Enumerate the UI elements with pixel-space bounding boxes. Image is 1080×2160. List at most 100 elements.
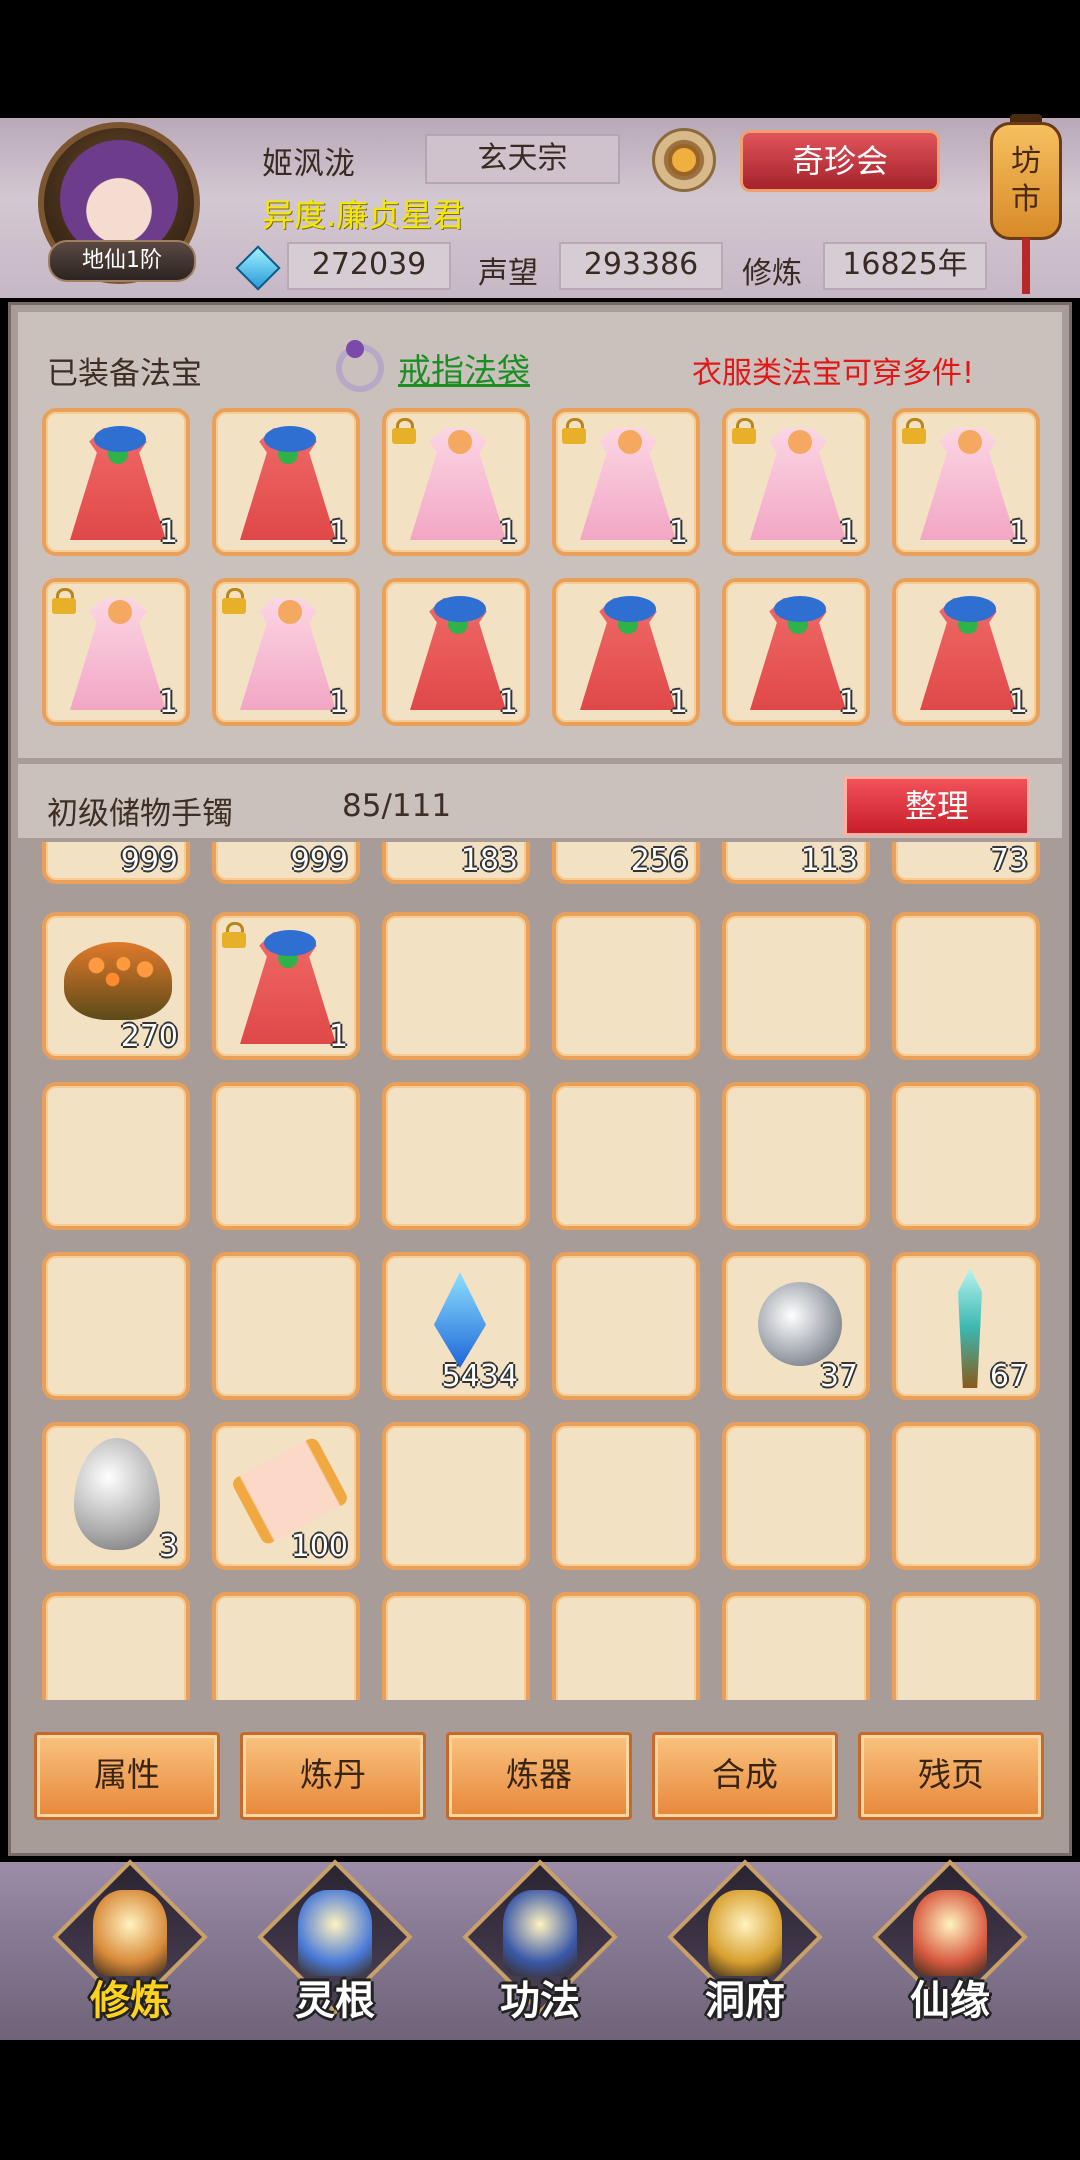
bag-slot[interactable] <box>42 1082 190 1230</box>
robe-collar <box>94 426 146 452</box>
bag-slot[interactable]: 113 <box>722 842 870 884</box>
bag-slot[interactable] <box>212 1592 360 1700</box>
bag-slot[interactable]: 73 <box>892 842 1040 884</box>
nav-label: 灵根 <box>295 1978 375 2024</box>
equipped-slot[interactable]: 1 <box>42 408 190 556</box>
bag-slot[interactable]: 183 <box>382 842 530 884</box>
lotus-seedpod-icon <box>64 942 172 1020</box>
bag-slot[interactable] <box>382 1082 530 1230</box>
item-quantity: 270 <box>120 1019 178 1054</box>
nav-item-pagoda[interactable]: 洞府 <box>667 1859 823 2026</box>
bag-slot[interactable] <box>552 1422 700 1570</box>
nav-label: 洞府 <box>705 1978 785 2024</box>
robe-collar <box>448 430 472 454</box>
bag-slot[interactable] <box>382 1422 530 1570</box>
tab-button[interactable]: 合成 <box>652 1732 838 1820</box>
item-quantity: 1 <box>158 515 178 550</box>
item-quantity: 1 <box>328 685 348 720</box>
monk-icon <box>93 1890 167 1976</box>
bag-slot[interactable]: 5434 <box>382 1252 530 1400</box>
robe-collar <box>434 596 486 622</box>
gear-center <box>668 144 700 176</box>
nav-item-yin-yang-sword[interactable]: 灵根 <box>257 1859 413 2026</box>
equipped-slot[interactable]: 1 <box>552 408 700 556</box>
pagoda-icon <box>708 1890 782 1976</box>
sort-button[interactable]: 整理 <box>844 776 1030 836</box>
equipped-slot[interactable]: 1 <box>212 578 360 726</box>
bag-slot[interactable] <box>552 912 700 1060</box>
tab-button[interactable]: 炼器 <box>446 1732 632 1820</box>
bag-slot[interactable] <box>212 1082 360 1230</box>
bag-slot[interactable]: 3 <box>42 1422 190 1570</box>
silver-egg-icon <box>74 1438 160 1550</box>
bag-slot[interactable] <box>722 1592 870 1700</box>
lock-icon <box>222 922 246 948</box>
equipped-slot[interactable]: 1 <box>382 578 530 726</box>
bag-slot[interactable] <box>552 1592 700 1700</box>
silver-orb-icon <box>758 1282 842 1366</box>
bag-slot[interactable]: 999 <box>212 842 360 884</box>
bag-slot[interactable] <box>892 1082 1040 1230</box>
equipped-slot[interactable]: 1 <box>212 408 360 556</box>
bag-slot[interactable]: 999 <box>42 842 190 884</box>
robe-collar <box>958 430 982 454</box>
item-quantity: 1 <box>158 685 178 720</box>
equipped-slot[interactable]: 1 <box>42 578 190 726</box>
bag-slot[interactable] <box>212 1252 360 1400</box>
robe-collar <box>264 930 316 956</box>
ring-gem <box>346 340 364 358</box>
item-quantity: 183 <box>460 843 518 878</box>
bag-slot[interactable] <box>382 1592 530 1700</box>
bag-slot[interactable] <box>892 1592 1040 1700</box>
tab-button[interactable]: 炼丹 <box>240 1732 426 1820</box>
reputation-label: 声望 <box>478 256 538 291</box>
robe-collar <box>618 430 642 454</box>
robe-collar <box>788 430 812 454</box>
bag-slot[interactable] <box>892 912 1040 1060</box>
bag-grid[interactable]: 999 999 183 256 113 73 270 1 5434 37 67 3 100 <box>18 842 1062 1700</box>
bag-slot[interactable] <box>42 1252 190 1400</box>
bag-slot[interactable] <box>552 1082 700 1230</box>
robe-collar <box>944 596 996 622</box>
equipped-slot[interactable]: 1 <box>722 578 870 726</box>
bag-slot[interactable] <box>42 1592 190 1700</box>
rank-badge: 地仙1阶 <box>48 240 196 282</box>
robe-collar <box>264 426 316 452</box>
bag-slot[interactable] <box>552 1252 700 1400</box>
equipped-slot[interactable]: 1 <box>892 578 1040 726</box>
bag-slot[interactable]: 270 <box>42 912 190 1060</box>
market-lantern-label: 坊市 <box>1011 144 1041 217</box>
item-quantity: 1 <box>498 685 518 720</box>
bag-slot[interactable] <box>722 1082 870 1230</box>
bag-slot[interactable]: 67 <box>892 1252 1040 1400</box>
equipped-slot[interactable]: 1 <box>892 408 1040 556</box>
bag-slot[interactable]: 100 <box>212 1422 360 1570</box>
bag-capacity: 85/111 <box>342 788 452 824</box>
market-lantern-button[interactable]: 坊市 <box>990 122 1062 240</box>
tab-button[interactable]: 残页 <box>858 1732 1044 1820</box>
item-quantity: 1 <box>328 515 348 550</box>
equipped-title: 已装备法宝 <box>47 356 202 392</box>
equipped-slot[interactable]: 1 <box>382 408 530 556</box>
bag-name: 初级储物手镯 <box>47 796 233 832</box>
bag-slot[interactable] <box>722 912 870 1060</box>
lock-icon <box>902 418 926 444</box>
item-quantity: 5434 <box>441 1359 518 1394</box>
bag-slot[interactable]: 256 <box>552 842 700 884</box>
nav-item-gourd[interactable]: 仙缘 <box>872 1859 1028 2026</box>
player-name: 姬沨泷 <box>262 146 355 182</box>
ring-bag-link[interactable]: 戒指法袋 <box>398 344 530 392</box>
bag-slot[interactable]: 37 <box>722 1252 870 1400</box>
equipped-slot[interactable]: 1 <box>722 408 870 556</box>
bag-slot[interactable] <box>382 912 530 1060</box>
bag-slot[interactable] <box>892 1422 1040 1570</box>
equipped-slot[interactable]: 1 <box>552 578 700 726</box>
tab-button[interactable]: 属性 <box>34 1732 220 1820</box>
nav-item-monk[interactable]: 修炼 <box>52 1859 208 2026</box>
bag-slot[interactable] <box>722 1422 870 1570</box>
nav-item-book[interactable]: 功法 <box>462 1859 618 2026</box>
yin-yang-sword-icon <box>298 1890 372 1976</box>
lantern-tassel <box>1022 238 1030 294</box>
bag-slot[interactable]: 1 <box>212 912 360 1060</box>
treasure-auction-button[interactable]: 奇珍会 <box>740 130 940 192</box>
